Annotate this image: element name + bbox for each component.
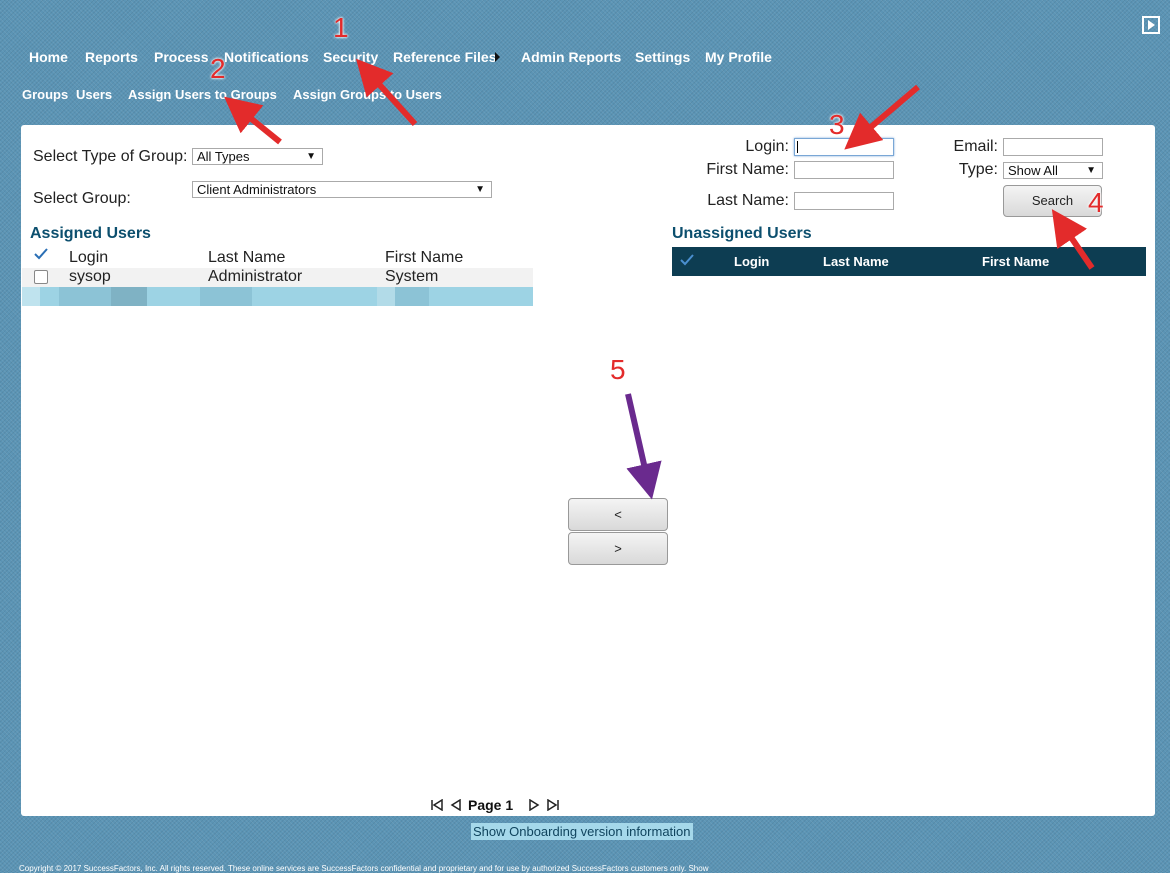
nav-security[interactable]: Security xyxy=(323,49,378,65)
table-row[interactable]: sysop Administrator System xyxy=(22,268,533,287)
next-page-icon[interactable] xyxy=(528,799,540,811)
group-label: Select Group: xyxy=(33,190,131,207)
type-label: Type: xyxy=(958,161,998,178)
nav-reports[interactable]: Reports xyxy=(85,49,138,65)
redacted-row xyxy=(22,287,533,306)
submenu-arrow-icon xyxy=(495,52,500,62)
group-type-select[interactable]: All Types ▼ xyxy=(192,148,323,165)
nav-reference-files[interactable]: Reference Files xyxy=(393,49,497,65)
assigned-users-title: Assigned Users xyxy=(30,225,151,242)
dropdown-arrow-icon: ▼ xyxy=(306,151,316,162)
last-name-input[interactable] xyxy=(794,192,894,210)
content-panel xyxy=(21,125,1155,816)
row-first-name: System xyxy=(385,268,439,285)
subnav-assign-groups-to-users[interactable]: Assign Groups to Users xyxy=(293,87,442,102)
last-name-label: Last Name: xyxy=(707,192,789,209)
col-first-name: First Name xyxy=(982,254,1050,269)
email-label: Email: xyxy=(953,138,998,155)
text-cursor xyxy=(797,141,798,153)
first-name-input[interactable] xyxy=(794,161,894,179)
row-last-name: Administrator xyxy=(208,268,303,285)
col-last-name: Last Name xyxy=(208,249,286,266)
nav-settings[interactable]: Settings xyxy=(635,49,690,65)
annotation-4: 4 xyxy=(1088,187,1104,218)
group-value: Client Administrators xyxy=(197,182,317,197)
unassigned-users-title: Unassigned Users xyxy=(672,225,812,242)
row-checkbox[interactable] xyxy=(34,270,48,284)
col-login: Login xyxy=(734,254,770,269)
unassigned-table-header: Login Last Name First Name xyxy=(672,247,1146,276)
prev-page-icon[interactable] xyxy=(450,799,462,811)
group-select[interactable]: Client Administrators ▼ xyxy=(192,181,492,198)
play-icon[interactable] xyxy=(1142,16,1160,34)
subnav-users[interactable]: Users xyxy=(76,87,112,102)
version-info-link[interactable]: Show Onboarding version information xyxy=(471,823,693,840)
annotation-3: 3 xyxy=(829,109,845,140)
first-name-label: First Name: xyxy=(706,161,789,178)
subnav-groups[interactable]: Groups xyxy=(22,87,68,102)
first-page-icon[interactable] xyxy=(430,799,444,811)
col-last-name: Last Name xyxy=(823,254,889,269)
annotation-1: 1 xyxy=(333,12,349,43)
login-label: Login: xyxy=(745,138,789,155)
last-page-icon[interactable] xyxy=(546,799,560,811)
annotation-2: 2 xyxy=(210,53,226,84)
move-right-button[interactable]: > xyxy=(568,532,668,565)
move-left-button[interactable]: < xyxy=(568,498,668,531)
nav-notifications[interactable]: Notifications xyxy=(224,49,309,65)
nav-process[interactable]: Process xyxy=(154,49,208,65)
annotation-5: 5 xyxy=(610,354,626,385)
group-type-label: Select Type of Group: xyxy=(33,148,188,165)
col-login: Login xyxy=(69,249,109,266)
user-type-value: Show All xyxy=(1008,163,1058,178)
group-type-value: All Types xyxy=(197,149,250,164)
user-type-select[interactable]: Show All ▼ xyxy=(1003,162,1103,179)
select-all-check-icon[interactable] xyxy=(680,254,694,266)
nav-my-profile[interactable]: My Profile xyxy=(705,49,772,65)
nav-admin-reports[interactable]: Admin Reports xyxy=(521,49,621,65)
select-all-check-icon[interactable] xyxy=(34,248,48,260)
row-login: sysop xyxy=(69,268,111,285)
email-input[interactable] xyxy=(1003,138,1103,156)
nav-home[interactable]: Home xyxy=(29,49,68,65)
col-first-name: First Name xyxy=(385,249,464,266)
dropdown-arrow-icon: ▼ xyxy=(1086,165,1096,176)
dropdown-arrow-icon: ▼ xyxy=(475,184,485,195)
subnav-assign-users-to-groups[interactable]: Assign Users to Groups xyxy=(128,87,277,102)
page-label: Page 1 xyxy=(468,797,514,813)
